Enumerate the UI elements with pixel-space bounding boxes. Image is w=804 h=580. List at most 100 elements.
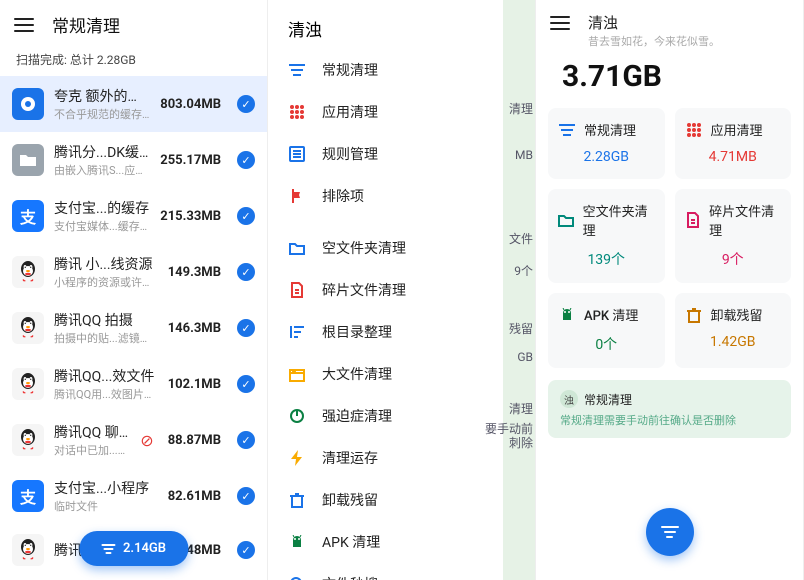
grid-icon <box>288 103 306 121</box>
phone1-regular-clean: 常规清理 扫描完成: 总计 2.28GB 夸克 额外的缓存不合乎规范的缓存目录8… <box>0 0 268 580</box>
clean-card[interactable]: 卸载残留 1.42GB <box>675 293 792 368</box>
clean-card[interactable]: APK 清理0个 <box>548 293 665 368</box>
checkbox[interactable]: ✓ <box>237 207 255 225</box>
menu-label: APK 清理 <box>322 532 380 552</box>
checkbox[interactable]: ✓ <box>237 541 255 559</box>
menu-item[interactable]: 应用清理 <box>268 91 535 133</box>
list-item[interactable]: 腾讯 小...线资源小程序的资源或许有用149.3MB✓ <box>0 244 267 300</box>
lines-icon <box>288 61 306 79</box>
item-size: 102.1MB <box>168 377 221 392</box>
item-name: 腾讯QQ 聊天图片 <box>54 422 130 442</box>
item-name: 腾讯QQ 拍摄 <box>54 310 158 330</box>
toast-title: 常规清理 <box>584 391 632 408</box>
trash-icon <box>685 306 703 324</box>
card-value: 0个 <box>558 334 655 354</box>
checkbox[interactable]: ✓ <box>237 431 255 449</box>
menu-label: 常规清理 <box>322 60 378 80</box>
clean-card[interactable]: 空文件夹清理139个 <box>548 189 665 283</box>
item-sub: 小程序的资源或许有用 <box>54 274 158 290</box>
card-value: 1.42GB <box>685 334 782 350</box>
item-size: 88.87MB <box>168 433 221 448</box>
android-icon <box>558 306 576 324</box>
clean-list: 夸克 额外的缓存不合乎规范的缓存目录803.04MB✓腾讯分...DK缓存由嵌入… <box>0 76 267 576</box>
menu-item[interactable]: 排除项 <box>268 175 535 217</box>
menu-label: 根目录整理 <box>322 322 392 342</box>
power-icon <box>288 407 306 425</box>
checkbox[interactable]: ✓ <box>237 95 255 113</box>
toast[interactable]: 浊 常规清理 常规清理需要手动前往确认是否删除 <box>548 380 791 438</box>
menu-item[interactable]: 强迫症清理 <box>268 395 535 437</box>
search-icon <box>288 575 306 580</box>
doc-icon <box>288 281 306 299</box>
trash-icon <box>288 491 306 509</box>
list-item[interactable]: 腾讯分...DK缓存由嵌入腾讯S...应用生成255.17MB✓ <box>0 132 267 188</box>
list-item[interactable]: 夸克 额外的缓存不合乎规范的缓存目录803.04MB✓ <box>0 76 267 132</box>
qq-icon <box>12 256 44 288</box>
list-item[interactable]: 支支付宝...小程序临时文件82.61MB✓ <box>0 468 267 524</box>
grid-icon <box>685 121 703 139</box>
card-label: 应用清理 <box>711 120 763 139</box>
scan-status: 扫描完成: 总计 2.28GB <box>0 47 267 76</box>
total-size: 3.71GB <box>536 53 803 108</box>
menu-label: 文件秒搜 <box>322 574 378 580</box>
item-sub: 临时文件 <box>54 498 158 514</box>
card-value: 2.28GB <box>558 149 655 165</box>
menu-item[interactable]: 大文件清理 <box>268 353 535 395</box>
menu-label: 强迫症清理 <box>322 406 392 426</box>
page-title: 常规清理 <box>52 12 120 37</box>
card-label: 卸载残留 <box>711 305 763 324</box>
header: 常规清理 <box>0 0 267 47</box>
list-item[interactable]: 腾讯QQ...效文件腾讯QQ用...效图片文件102.1MB✓ <box>0 356 267 412</box>
list-item[interactable]: 腾讯QQ 拍摄拍摄中的贴...滤镜资源等146.3MB✓ <box>0 300 267 356</box>
clean-card[interactable]: 常规清理2.28GB <box>548 108 665 179</box>
item-sub: 不合乎规范的缓存目录 <box>54 106 150 122</box>
phone3-dashboard: 清浊 昔去雪如花，今来花似雪。 3.71GB 常规清理2.28GB应用清理4.7… <box>536 0 804 580</box>
item-name: 夸克 额外的缓存 <box>54 86 150 106</box>
list-item[interactable]: 支支付宝...的缓存支付宝媒体...缓存文件215.33MB✓ <box>0 188 267 244</box>
menu-item[interactable]: APK 清理 <box>268 521 535 563</box>
qq-icon <box>12 368 44 400</box>
menu-item[interactable]: 根目录整理 <box>268 311 535 353</box>
warn-icon: ⊘ <box>140 431 153 450</box>
menu-label: 碎片文件清理 <box>322 280 406 300</box>
checkbox[interactable]: ✓ <box>237 263 255 281</box>
menu-item[interactable]: 清理运存 <box>268 437 535 479</box>
qq-icon <box>12 534 44 566</box>
item-size: 149.3MB <box>168 265 221 280</box>
menu-item[interactable]: 碎片文件清理 <box>268 269 535 311</box>
qq-icon <box>12 312 44 344</box>
menu-label: 应用清理 <box>322 102 378 122</box>
clean-card[interactable]: 碎片文件清理9个 <box>675 189 792 283</box>
menu-item[interactable]: 文件秒搜 <box>268 563 535 580</box>
item-sub: 腾讯QQ用...效图片文件 <box>54 386 158 402</box>
fab-size: 2.14GB <box>123 541 166 556</box>
card-value: 139个 <box>558 249 655 269</box>
lines-icon <box>661 526 679 538</box>
menu-label: 规则管理 <box>322 144 378 164</box>
checkbox[interactable]: ✓ <box>237 487 255 505</box>
alipay-icon: 支 <box>12 200 44 232</box>
menu-item[interactable]: 空文件夹清理 <box>268 227 535 269</box>
sort-icon <box>288 323 306 341</box>
main-fab[interactable] <box>646 508 694 556</box>
toast-body: 常规清理需要手动前往确认是否删除 <box>560 412 779 428</box>
card-value: 4.71MB <box>685 149 782 165</box>
menu-label: 清理运存 <box>322 448 378 468</box>
menu-item[interactable]: 常规清理 <box>268 49 535 91</box>
quark-icon <box>12 88 44 120</box>
folder-icon <box>558 211 575 229</box>
menu-icon[interactable] <box>14 18 34 32</box>
checkbox[interactable]: ✓ <box>237 319 255 337</box>
menu-label: 卸载残留 <box>322 490 378 510</box>
item-sub: 由嵌入腾讯S...应用生成 <box>54 162 150 178</box>
menu-item[interactable]: 卸载残留 <box>268 479 535 521</box>
checkbox[interactable]: ✓ <box>237 151 255 169</box>
item-size: 146.3MB <box>168 321 221 336</box>
clean-fab[interactable]: 2.14GB <box>79 531 188 566</box>
checkbox[interactable]: ✓ <box>237 375 255 393</box>
menu-item[interactable]: 规则管理 <box>268 133 535 175</box>
app-title: 清浊 <box>268 0 535 49</box>
menu-icon[interactable] <box>550 16 570 30</box>
list-item[interactable]: 腾讯QQ 聊天图片对话中已加...的图片缓存⊘88.87MB✓ <box>0 412 267 468</box>
clean-card[interactable]: 应用清理 4.71MB <box>675 108 792 179</box>
